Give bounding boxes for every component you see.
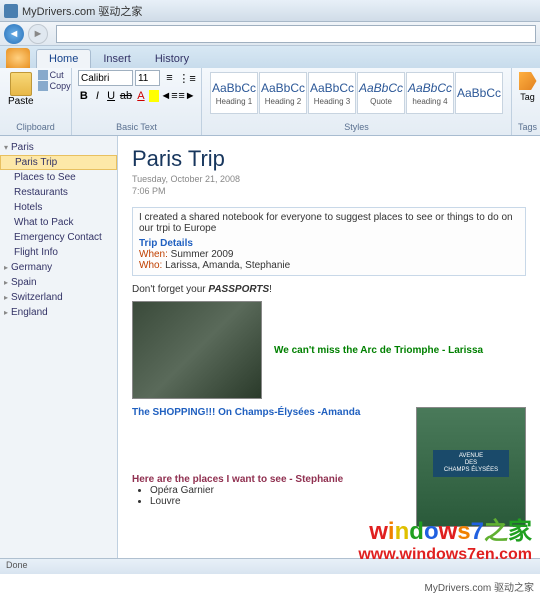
style-gallery: AaBbCcHeading 1 AaBbCcHeading 2 AaBbCcHe… [208, 70, 505, 116]
street-sign: AVENUEDESCHAMPS ÉLYSÉES [433, 450, 509, 478]
trip-details-heading: Trip Details [139, 238, 519, 249]
app-icon [4, 4, 18, 18]
tag-icon[interactable] [519, 72, 537, 90]
intro-text: I created a shared notebook for everyone… [139, 212, 519, 234]
ribbon-tabs: Home Insert History [0, 46, 540, 68]
paste-button[interactable]: Paste [6, 70, 36, 109]
arc-image [132, 301, 262, 399]
highlight-button[interactable] [149, 90, 159, 102]
font-size-select[interactable]: 11 [135, 70, 160, 86]
tree-pack[interactable]: What to Pack [0, 215, 117, 230]
font-group: Calibri 11 ≡ ⋮≡ B I U ab A ◄≡ ≡► Basic T… [72, 68, 202, 135]
underline-button[interactable]: U [105, 88, 117, 104]
style-heading3[interactable]: AaBbCcHeading 3 [308, 72, 356, 114]
italic-button[interactable]: I [92, 88, 104, 104]
browser-toolbar: ◄ ► [0, 22, 540, 46]
forward-button[interactable]: ► [28, 24, 48, 44]
style-heading4[interactable]: AaBbCcheading 4 [406, 72, 454, 114]
tree-hotels[interactable]: Hotels [0, 200, 117, 215]
tab-home[interactable]: Home [36, 49, 91, 68]
when-row: When: Summer 2009 [139, 249, 519, 260]
bold-button[interactable]: B [78, 88, 90, 104]
styles-group: AaBbCcHeading 1 AaBbCcHeading 2 AaBbCcHe… [202, 68, 512, 135]
address-bar[interactable] [56, 25, 536, 43]
indent-button[interactable]: ≡► [179, 88, 195, 104]
back-button[interactable]: ◄ [4, 24, 24, 44]
font-label: Basic Text [78, 122, 195, 133]
passports-text: Don't forget your PASSPORTS! [132, 284, 526, 295]
tree-spain[interactable]: Spain [0, 275, 117, 290]
tree-germany[interactable]: Germany [0, 260, 117, 275]
office-orb[interactable] [6, 48, 30, 68]
tree-paris[interactable]: Paris [0, 140, 117, 155]
tree-flight[interactable]: Flight Info [0, 245, 117, 260]
tree-england[interactable]: England [0, 305, 117, 320]
notebook-tree: Paris Paris Trip Places to See Restauran… [0, 136, 118, 570]
caption-arc: We can't miss the Arc de Triomphe - Lari… [274, 345, 483, 356]
cut-button[interactable]: Cut [38, 70, 71, 80]
page-meta: Tuesday, October 21, 2008 7:06 PM [132, 174, 526, 197]
title-text: MyDrivers.com 驱动之家 [22, 3, 142, 19]
footer-credit: MyDrivers.com 驱动之家 [425, 579, 534, 594]
status-bar: Done [0, 558, 540, 574]
tab-history[interactable]: History [143, 50, 201, 68]
page-content[interactable]: Paris Trip Tuesday, October 21, 2008 7:0… [118, 136, 540, 570]
font-color-button[interactable]: A [135, 88, 147, 104]
style-more[interactable]: AaBbCc [455, 72, 503, 114]
ribbon: Paste Cut Copy Clipboard Calibri 11 ≡ ⋮≡… [0, 68, 540, 136]
style-quote[interactable]: AaBbCcQuote [357, 72, 405, 114]
tree-emergency[interactable]: Emergency Contact [0, 230, 117, 245]
scissors-icon [38, 70, 48, 80]
who-row: Who: Larissa, Amanda, Stephanie [139, 260, 519, 271]
tree-switzerland[interactable]: Switzerland [0, 290, 117, 305]
note-container[interactable]: I created a shared notebook for everyone… [132, 207, 526, 276]
bullets-button[interactable]: ≡ [162, 70, 177, 86]
style-heading2[interactable]: AaBbCcHeading 2 [259, 72, 307, 114]
copy-button[interactable]: Copy [38, 81, 71, 91]
numbering-button[interactable]: ⋮≡ [179, 70, 195, 86]
tree-paris-trip[interactable]: Paris Trip [0, 155, 117, 170]
paste-icon [10, 72, 32, 96]
outdent-button[interactable]: ◄≡ [161, 88, 177, 104]
clipboard-group: Paste Cut Copy Clipboard [0, 68, 72, 135]
style-heading1[interactable]: AaBbCcHeading 1 [210, 72, 258, 114]
font-family-select[interactable]: Calibri [78, 70, 133, 86]
tag-group: Tag Tags [512, 68, 540, 135]
styles-label: Styles [208, 122, 505, 133]
copy-icon [38, 81, 48, 91]
page-title: Paris Trip [132, 146, 526, 172]
window-titlebar: MyDrivers.com 驱动之家 [0, 0, 540, 22]
strike-button[interactable]: ab [119, 88, 133, 104]
tab-insert[interactable]: Insert [91, 50, 143, 68]
clipboard-label: Clipboard [6, 122, 65, 133]
tree-places[interactable]: Places to See [0, 170, 117, 185]
tree-restaurants[interactable]: Restaurants [0, 185, 117, 200]
champs-image: AVENUEDESCHAMPS ÉLYSÉES [416, 407, 526, 527]
